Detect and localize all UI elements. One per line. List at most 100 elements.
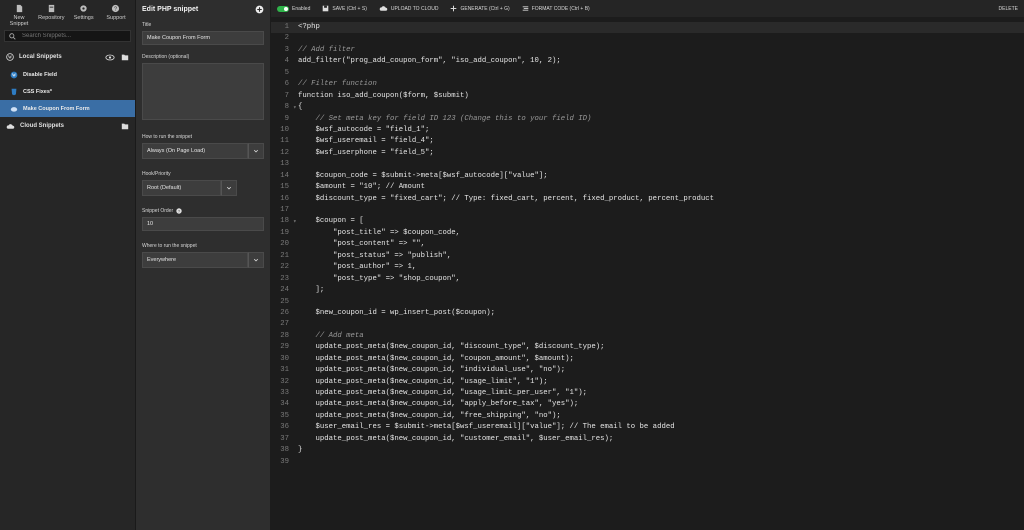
code-line[interactable]: 38} [271, 445, 1024, 456]
snippet-item-label: Make Coupon From Form [23, 105, 90, 112]
code-text: // Add meta [298, 331, 364, 340]
save-label: SAVE (Ctrl + S) [332, 5, 367, 12]
snippet-item-make-coupon[interactable]: Make Coupon From Form [0, 100, 135, 117]
code-line[interactable]: 36 $user_email_res = $submit->meta[$wsf_… [271, 422, 1024, 433]
code-line[interactable]: 34 update_post_meta($new_coupon_id, "app… [271, 399, 1024, 410]
code-line[interactable]: 27 [271, 319, 1024, 330]
code-line[interactable]: 29 update_post_meta($new_coupon_id, "dis… [271, 342, 1024, 353]
line-number: 25 [280, 297, 289, 306]
search-box [4, 30, 131, 42]
code-line[interactable]: 30 update_post_meta($new_coupon_id, "cou… [271, 354, 1024, 365]
code-line[interactable]: 14 $coupon_code = $submit->meta[$wsf_aut… [271, 171, 1024, 182]
code-line[interactable]: 1 <?php [271, 22, 1024, 34]
code-line[interactable]: 2 [271, 33, 1024, 44]
delete-button[interactable]: DELETE [996, 6, 1018, 12]
code-text: $coupon_code = $submit->meta[$wsf_autoco… [298, 171, 548, 180]
new-snippet-button[interactable]: New Snippet [4, 4, 34, 27]
code-line[interactable]: 22 "post_author" => 1, [271, 262, 1024, 273]
upload-to-cloud-button[interactable]: UPLOAD TO CLOUD [379, 5, 438, 12]
code-line[interactable]: 11 $wsf_useremail = "field_4"; [271, 136, 1024, 147]
settings-button[interactable]: Settings [69, 4, 99, 26]
hook-priority-dropdown-button[interactable] [221, 180, 237, 196]
snippet-item-disable-field[interactable]: W Disable Field [0, 66, 135, 83]
fold-gutter [293, 319, 298, 330]
code-line[interactable]: 18 ▾ $coupon = [ [271, 216, 1024, 227]
code-line[interactable]: 5 [271, 68, 1024, 79]
code-line[interactable]: 28 // Add meta [271, 331, 1024, 342]
format-code-button[interactable]: FORMAT CODE (Ctrl + B) [522, 5, 590, 12]
code-text: <?php [298, 23, 320, 31]
edit-panel: Edit PHP snippet Title Make Coupon From … [136, 0, 270, 530]
line-number: 6 [284, 80, 289, 89]
code-line[interactable]: 20 "post_content" => "", [271, 239, 1024, 250]
add-circle-icon[interactable] [255, 5, 264, 14]
where-to-run-dropdown-button[interactable] [248, 252, 264, 268]
code-line[interactable]: 26 $new_coupon_id = wp_insert_post($coup… [271, 308, 1024, 319]
where-to-run-label: Where to run the snippet [142, 243, 197, 249]
code-line[interactable]: 17 [271, 205, 1024, 216]
snippet-order-label: Snippet Order [142, 208, 174, 214]
how-to-run-dropdown-button[interactable] [248, 143, 264, 159]
fold-gutter [293, 205, 298, 216]
enabled-toggle[interactable]: Enabled [277, 5, 310, 12]
code-editor: Enabled SAVE (Ctrl + S) UPLOAD TO CLOUD … [271, 0, 1024, 530]
code-text: update_post_meta($new_coupon_id, "usage_… [298, 389, 588, 397]
code-line[interactable]: 25 [271, 297, 1024, 308]
hook-priority-select[interactable]: Root (Default) [142, 180, 237, 196]
eye-icon[interactable] [105, 54, 115, 61]
code-line[interactable]: 9 // Set meta key for field ID 123 (Chan… [271, 114, 1024, 125]
save-icon [323, 5, 329, 12]
code-line[interactable]: 37 update_post_meta($new_coupon_id, "cus… [271, 434, 1024, 445]
css-icon [11, 88, 17, 95]
toggle-switch-icon [277, 5, 289, 12]
line-number: 30 [280, 354, 289, 363]
snippet-order-input[interactable]: 10 [142, 217, 264, 231]
code-line[interactable]: 31 update_post_meta($new_coupon_id, "ind… [271, 365, 1024, 376]
where-to-run-value: Everywhere [142, 252, 248, 268]
add-folder-icon[interactable] [121, 122, 129, 130]
repository-button[interactable]: Repository [36, 4, 66, 26]
help-icon[interactable]: ? [176, 208, 182, 214]
code-line[interactable]: 12 $wsf_userphone = "field_5"; [271, 148, 1024, 159]
line-number: 15 [280, 183, 289, 192]
line-number: 12 [280, 148, 289, 157]
code-line[interactable]: 24 ]; [271, 285, 1024, 296]
code-line[interactable]: 32 update_post_meta($new_coupon_id, "usa… [271, 377, 1024, 388]
repository-label: Repository [38, 15, 65, 21]
code-text: $discount_type = "fixed_cart"; // Type: … [298, 194, 715, 203]
code-line[interactable]: 7 function iso_add_coupon($form, $submit) [271, 91, 1024, 102]
code-line[interactable]: 19 "post_title" => $coupon_code, [271, 228, 1024, 239]
code-line[interactable]: 33 update_post_meta($new_coupon_id, "usa… [271, 388, 1024, 399]
gear-icon [80, 5, 87, 12]
search-input[interactable] [20, 32, 124, 40]
code-area[interactable]: 1 <?php 2 3// Add filter 4 add_filter("prog_a… [271, 22, 1024, 468]
code-line[interactable]: 16 $discount_type = "fixed_cart"; // Typ… [271, 194, 1024, 205]
code-line[interactable]: 21 "post_status" => "publish", [271, 251, 1024, 262]
generate-button[interactable]: GENERATE (Ctrl + G) [450, 5, 510, 12]
code-line[interactable]: 6 // Filter function [271, 79, 1024, 90]
support-button[interactable]: ? Support [101, 4, 131, 26]
code-line[interactable]: 3 // Add filter [271, 45, 1024, 56]
where-to-run-select[interactable]: Everywhere [142, 252, 264, 268]
code-line[interactable]: 10 $wsf_autocode = "field_1"; [271, 125, 1024, 136]
code-line[interactable]: 13 [271, 159, 1024, 170]
snippet-item-css-fixes[interactable]: CSS Fixes* [0, 83, 135, 100]
code-line[interactable]: 39 [271, 457, 1024, 468]
description-textarea[interactable] [142, 63, 264, 120]
title-input[interactable]: Make Coupon From Form [142, 31, 264, 45]
code-line[interactable]: 15 $amount = "10"; // Amount [271, 182, 1024, 193]
code-text: "post_author" => 1, [298, 263, 417, 272]
code-line[interactable]: 35 update_post_meta($new_coupon_id, "fre… [271, 411, 1024, 422]
add-folder-icon[interactable] [121, 53, 129, 61]
cloud-snippets-header[interactable]: Cloud Snippets [0, 117, 135, 135]
code-line[interactable]: 8 ▾{ [271, 102, 1024, 113]
code-line[interactable]: 23 "post_type" => "shop_coupon", [271, 274, 1024, 285]
code-line[interactable]: 4 add_filter("prog_add_coupon_form", "iso… [271, 56, 1024, 67]
how-to-run-select[interactable]: Always (On Page Load) [142, 143, 264, 159]
line-number: 32 [280, 377, 289, 386]
line-number: 16 [280, 194, 289, 203]
local-snippets-header[interactable]: W Local Snippets [0, 48, 135, 66]
save-button[interactable]: SAVE (Ctrl + S) [322, 5, 367, 12]
description-label: Description (optional) [142, 54, 190, 60]
app-window: New Snippet Repository Settings ? Suppor… [0, 0, 1024, 530]
